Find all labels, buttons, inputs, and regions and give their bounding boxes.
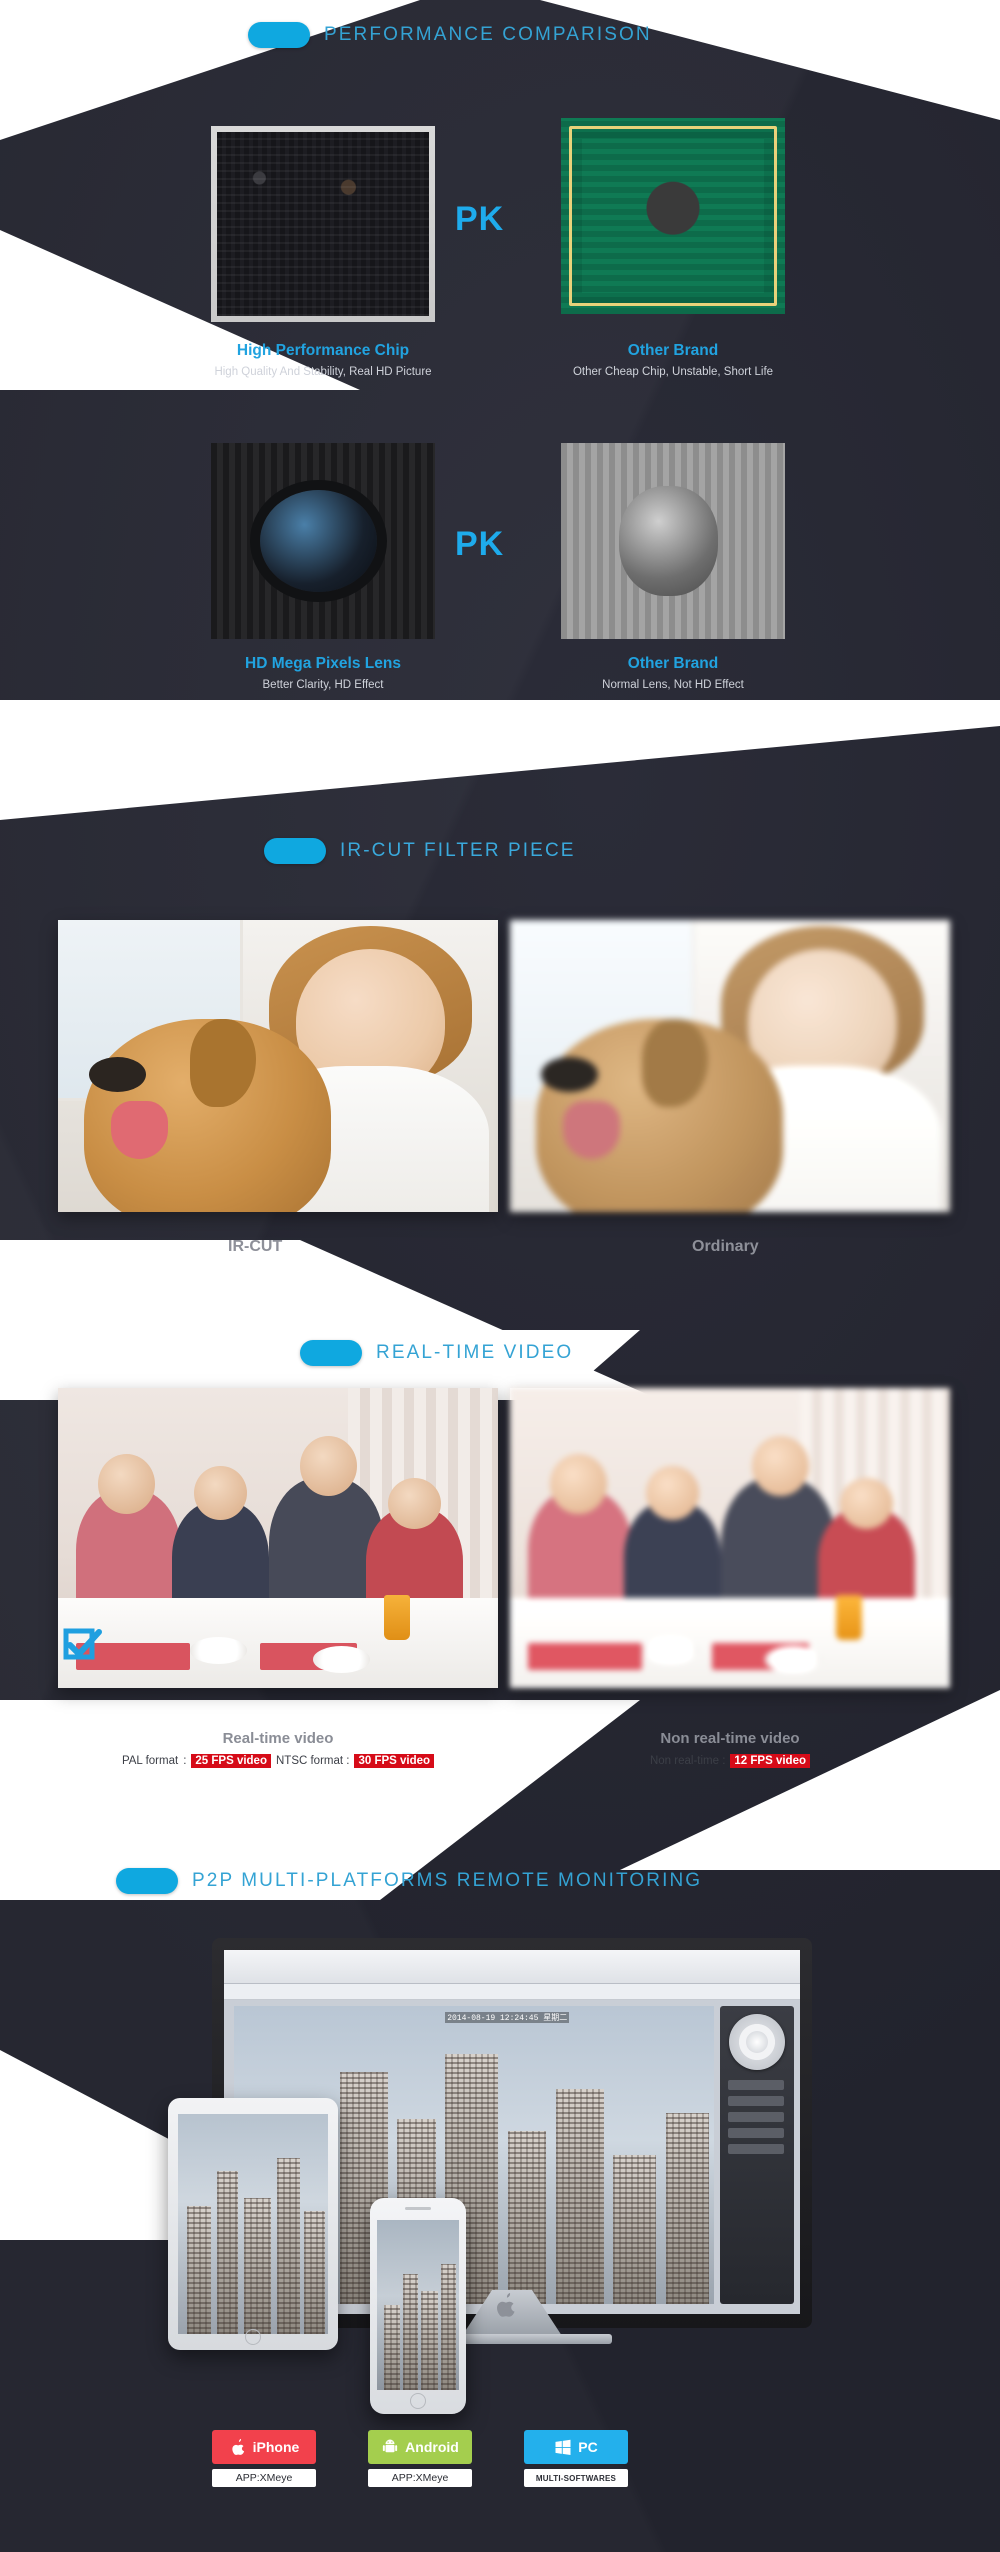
section-title: P2P MULTI-PLATFORMS REMOTE MONITORING — [192, 1870, 703, 1891]
photo-other-brand-chip — [561, 118, 785, 314]
ptz-center-button[interactable] — [746, 2031, 768, 2053]
check-arrow-icon — [63, 1628, 102, 1660]
apple-logo-icon — [497, 2293, 515, 2317]
pill-badge-icon — [248, 22, 310, 48]
windows-icon — [555, 2439, 571, 2456]
phone-home-button[interactable] — [410, 2393, 426, 2409]
caption-subtitle: Other Cheap Chip, Unstable, Short Life — [572, 366, 774, 378]
tablet-home-button[interactable] — [245, 2329, 261, 2345]
photo-ordinary-sample — [510, 920, 950, 1212]
non-realtime-label: Non real-time : — [649, 1755, 726, 1767]
platform-caption: APP:XMeye — [368, 2469, 472, 2487]
platform-pc[interactable]: PC MULTI-SOFTWARES — [524, 2430, 628, 2487]
platform-caption: MULTI-SOFTWARES — [524, 2469, 628, 2487]
pal-separator: : — [183, 1755, 187, 1767]
apple-icon — [232, 2438, 244, 2455]
platform-caption: APP:XMeye — [212, 2469, 316, 2487]
section-title: PERFORMANCE COMPARISON — [324, 24, 652, 45]
platform-label: iPhone — [252, 2439, 300, 2455]
ntsc-label: NTSC format : — [275, 1755, 350, 1767]
section-header-realtime: REAL-TIME VIDEO — [300, 1340, 573, 1366]
fps-detail-line: PAL format : 25 FPS video NTSC format : … — [58, 1754, 498, 1768]
caption-title: Other Brand — [627, 342, 719, 359]
caption-title: Other Brand — [627, 655, 719, 672]
section-title: IR-CUT FILTER PIECE — [340, 840, 576, 861]
fps-heading: Non real-time video — [660, 1730, 800, 1747]
section-title: REAL-TIME VIDEO — [376, 1342, 574, 1363]
android-icon — [383, 2439, 398, 2453]
product-detail-page: PERFORMANCE COMPARISON PK High Performan… — [0, 0, 1000, 2552]
device-tablet — [168, 2098, 338, 2350]
platform-label: PC — [578, 2439, 598, 2455]
ptz-direction-pad[interactable] — [729, 2014, 785, 2070]
pk-label-chip: PK — [455, 200, 505, 238]
osd-timestamp: 2014-08-19 12:24:45 星期二 — [445, 2012, 570, 2023]
phone-screen — [377, 2220, 459, 2390]
tablet-screen — [178, 2114, 328, 2334]
section-header-p2p: P2P MULTI-PLATFORMS REMOTE MONITORING — [116, 1868, 702, 1894]
photo-hd-mega-lens — [211, 443, 435, 639]
device-phone — [370, 2198, 466, 2414]
non-realtime-fps-tag: 12 FPS video — [730, 1754, 810, 1768]
section-header-ircut: IR-CUT FILTER PIECE — [264, 838, 576, 864]
platform-button[interactable]: Android — [368, 2430, 472, 2464]
photo-high-performance-chip — [211, 126, 435, 322]
ptz-control-panel[interactable] — [720, 2006, 794, 2304]
photo-other-brand-lens — [561, 443, 785, 639]
caption-subtitle: Normal Lens, Not HD Effect — [602, 679, 744, 691]
ntsc-fps-tag: 30 FPS video — [354, 1754, 435, 1768]
photo-ircut-sample — [58, 920, 498, 1212]
pal-fps-tag: 25 FPS video — [191, 1754, 271, 1768]
pill-badge-icon — [264, 838, 326, 864]
platform-label: Android — [405, 2439, 459, 2455]
pill-badge-icon — [116, 1868, 178, 1894]
fps-detail-line: Non real-time : 12 FPS video — [510, 1754, 950, 1768]
section-header-performance: PERFORMANCE COMPARISON — [248, 22, 652, 48]
photo-non-realtime-sample — [510, 1388, 950, 1688]
pill-badge-icon — [300, 1340, 362, 1366]
pal-label: PAL format — [121, 1755, 179, 1767]
platform-android[interactable]: Android APP:XMeye — [368, 2430, 472, 2487]
label-ordinary: Ordinary — [692, 1238, 759, 1255]
platform-button[interactable]: PC — [524, 2430, 628, 2464]
photo-realtime-sample — [58, 1388, 498, 1688]
platform-iphone[interactable]: iPhone APP:XMeye — [212, 2430, 316, 2487]
platform-button[interactable]: iPhone — [212, 2430, 316, 2464]
pk-label-lens: PK — [455, 525, 505, 563]
fps-heading: Real-time video — [222, 1730, 334, 1747]
label-ircut: IR-CUT — [228, 1238, 283, 1255]
phone-speaker-icon — [405, 2207, 431, 2210]
